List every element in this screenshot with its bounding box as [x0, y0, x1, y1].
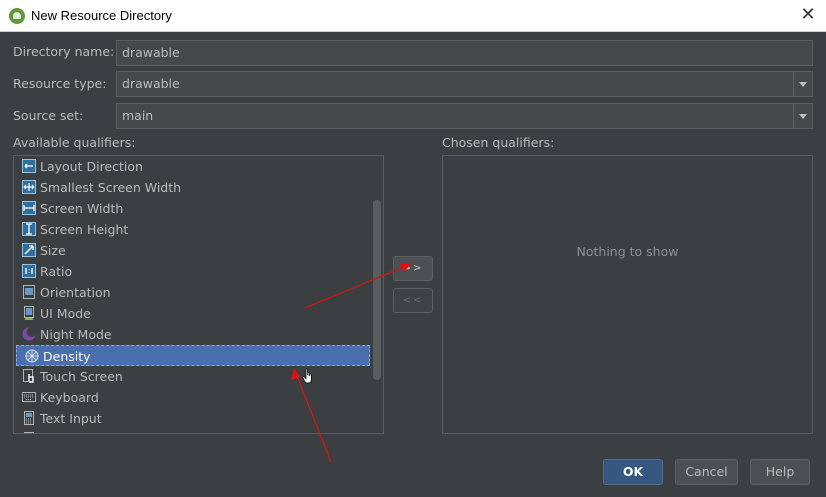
resource-type-label: Resource type: — [13, 76, 107, 91]
list-item[interactable]: Text Input — [14, 408, 369, 429]
list-item — [14, 429, 369, 433]
ok-button[interactable]: OK — [603, 459, 663, 485]
list-item[interactable]: UI Mode — [14, 303, 369, 324]
keyboard-icon — [22, 392, 36, 402]
list-item[interactable]: Screen Width — [14, 198, 369, 219]
empty-state-text: Nothing to show — [576, 244, 679, 259]
list-item[interactable]: Smallest Screen Width — [14, 177, 369, 198]
layout-direction-icon — [22, 159, 36, 173]
source-set-label: Source set: — [13, 108, 84, 123]
directory-name-label: Directory name: — [13, 44, 115, 59]
touch-screen-icon — [23, 369, 34, 383]
ui-mode-icon — [24, 306, 34, 320]
title-bar: New Resource Directory ✕ — [0, 0, 826, 32]
window-title: New Resource Directory — [31, 8, 172, 23]
list-item[interactable]: Touch Screen — [14, 366, 369, 387]
resource-type-value: drawable — [122, 76, 180, 91]
chevron-down-icon[interactable] — [793, 72, 812, 96]
list-item[interactable]: Layout Direction — [14, 156, 369, 177]
close-icon[interactable]: ✕ — [798, 5, 818, 25]
cancel-button[interactable]: Cancel — [675, 459, 738, 485]
list-item[interactable]: Night Mode — [14, 324, 369, 345]
list-item[interactable]: Size — [14, 240, 369, 261]
chosen-qualifiers-label: Chosen qualifiers: — [442, 135, 555, 150]
night-mode-icon — [22, 327, 36, 341]
size-icon — [22, 243, 36, 257]
help-button[interactable]: Help — [750, 459, 810, 485]
resource-type-select[interactable]: drawable — [116, 71, 813, 97]
available-qualifiers-list[interactable]: Layout Direction Smallest Screen Width S… — [13, 155, 384, 434]
remove-qualifier-button[interactable]: << — [393, 288, 433, 313]
screen-height-icon — [22, 222, 36, 236]
available-qualifiers-label: Available qualifiers: — [13, 135, 136, 150]
add-qualifier-button[interactable]: >> — [393, 256, 433, 281]
scrollbar-thumb[interactable] — [373, 200, 381, 380]
list-item[interactable]: Ratio — [14, 261, 369, 282]
source-set-select[interactable]: main — [116, 103, 813, 129]
android-studio-icon — [9, 8, 25, 24]
ratio-icon — [22, 264, 36, 278]
screen-width-icon — [22, 201, 36, 215]
directory-name-input[interactable]: drawable — [116, 40, 813, 66]
list-item-selected[interactable]: Density — [16, 345, 370, 366]
list-item[interactable]: Screen Height — [14, 219, 369, 240]
orientation-icon — [23, 285, 35, 299]
list-item[interactable]: Keyboard — [14, 387, 369, 408]
text-input-icon — [24, 411, 34, 425]
list-item[interactable]: Orientation — [14, 282, 369, 303]
source-set-value: main — [122, 108, 154, 123]
list-item-icon — [24, 432, 34, 433]
chosen-qualifiers-list[interactable]: Nothing to show — [442, 155, 813, 434]
density-icon — [25, 349, 39, 363]
smallest-width-icon — [22, 180, 36, 194]
hand-cursor-icon — [302, 368, 312, 384]
chevron-down-icon[interactable] — [793, 104, 812, 128]
